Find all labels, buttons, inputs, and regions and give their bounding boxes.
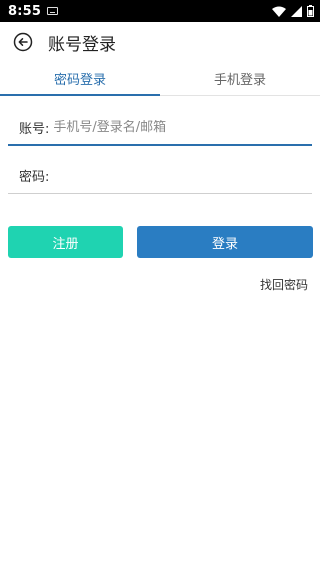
status-time: 8:55: [8, 3, 42, 19]
password-field: 密码:: [8, 158, 312, 194]
account-field: 账号:: [8, 110, 312, 146]
wifi-icon: [272, 6, 286, 17]
tab-phone-login[interactable]: 手机登录: [160, 62, 320, 95]
back-button[interactable]: [0, 22, 46, 62]
login-tabs: 密码登录 手机登录: [0, 62, 320, 96]
tab-label: 密码登录: [53, 73, 106, 88]
password-label: 密码:: [19, 170, 50, 185]
tab-password-login[interactable]: 密码登录: [0, 62, 160, 96]
forgot-password-link[interactable]: 找回密码: [260, 276, 308, 293]
app-bar: 账号登录: [0, 22, 320, 62]
status-icons: [272, 5, 314, 17]
battery-icon: [307, 5, 314, 17]
page-title: 账号登录: [48, 34, 116, 55]
keyboard-icon: [47, 7, 59, 15]
login-button[interactable]: 登录: [137, 226, 313, 258]
account-label: 账号:: [19, 121, 50, 137]
account-input[interactable]: [53, 119, 274, 135]
back-arrow-icon: [13, 32, 33, 52]
status-bar: 8:55: [0, 0, 320, 22]
register-button[interactable]: 注册: [8, 226, 123, 258]
tab-label: 手机登录: [213, 73, 266, 88]
password-input[interactable]: [53, 168, 274, 183]
cellular-icon: [291, 5, 302, 17]
